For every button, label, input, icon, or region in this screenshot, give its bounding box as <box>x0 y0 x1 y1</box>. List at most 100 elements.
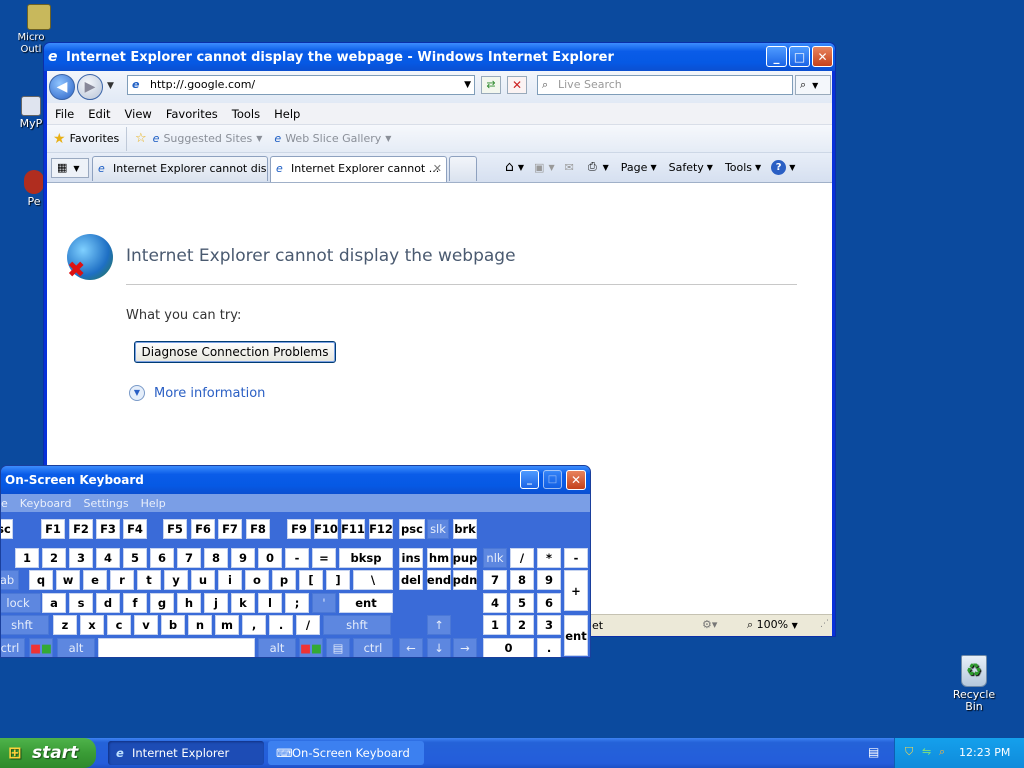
chevron-down-icon[interactable]: ▼ <box>603 163 609 172</box>
osk-key[interactable]: p <box>272 570 296 590</box>
osk-key[interactable]: ↓ <box>427 638 451 657</box>
forward-button[interactable]: ▶ <box>77 74 103 100</box>
osk-space-key[interactable] <box>98 638 255 657</box>
osk-key[interactable]: ctrl <box>1 638 25 657</box>
osk-key[interactable]: * <box>537 548 561 568</box>
menu-view[interactable]: View <box>125 107 152 121</box>
osk-key[interactable]: 1 <box>15 548 39 568</box>
suggested-sites-button[interactable]: e Suggested Sites ▼ <box>153 132 263 145</box>
chevron-down-icon[interactable]: ▼ <box>789 163 795 172</box>
osk-key[interactable]: = <box>312 548 336 568</box>
close-button[interactable]: ✕ <box>812 46 833 67</box>
osk-key[interactable]: ' <box>312 593 336 613</box>
osk-key[interactable]: 4 <box>483 593 507 613</box>
osk-key[interactable]: a <box>42 593 66 613</box>
osk-key[interactable]: y <box>164 570 188 590</box>
osk-key[interactable]: s <box>69 593 93 613</box>
osk-key[interactable]: 7 <box>177 548 201 568</box>
security-shield-icon[interactable]: ⛉ <box>905 745 913 759</box>
osk-key[interactable]: pup <box>453 548 477 568</box>
menu-file[interactable]: File <box>55 107 74 121</box>
osk-key[interactable]: shft <box>323 615 391 635</box>
osk-key[interactable]: ] <box>326 570 350 590</box>
osk-menu-help[interactable]: Help <box>141 497 166 510</box>
resize-grip-icon[interactable]: ⋰ <box>820 619 829 629</box>
osk-key[interactable]: nlk <box>483 548 507 568</box>
osk-key[interactable]: m <box>215 615 239 635</box>
start-button[interactable]: ⊞ start <box>0 738 96 768</box>
menu-tools[interactable]: Tools <box>232 107 260 121</box>
windows-key-icon[interactable]: ■ ■ <box>299 638 323 657</box>
osk-key[interactable]: 6 <box>537 593 561 613</box>
osk-key[interactable]: f <box>123 593 147 613</box>
home-icon[interactable]: ⌂ <box>505 159 514 175</box>
osk-key[interactable]: F12 <box>369 519 393 539</box>
osk-key[interactable]: \ <box>353 570 393 590</box>
osk-key[interactable]: 6 <box>150 548 174 568</box>
osk-key[interactable]: i <box>218 570 242 590</box>
search-input[interactable]: ⌕ Live Search <box>537 75 793 95</box>
osk-key[interactable]: 1 <box>483 615 507 635</box>
back-button[interactable]: ◀ <box>49 74 75 100</box>
osk-key[interactable]: ; <box>285 593 309 613</box>
osk-key[interactable]: 9 <box>537 570 561 590</box>
recent-pages-icon[interactable]: ▼ <box>107 81 114 91</box>
search-tray-icon[interactable]: ⌕ <box>939 745 945 759</box>
osk-key[interactable]: k <box>231 593 255 613</box>
osk-key[interactable]: 2 <box>510 615 534 635</box>
osk-key[interactable]: . <box>537 638 561 657</box>
recycle-bin[interactable]: ♻ Recycle Bin <box>944 655 1004 713</box>
osk-key[interactable]: 8 <box>510 570 534 590</box>
print-icon[interactable]: ⎙ <box>588 160 597 174</box>
minimize-button[interactable]: _ <box>766 46 787 67</box>
help-icon[interactable]: ? <box>771 159 787 175</box>
refresh-icon[interactable]: ⇄ <box>481 76 501 94</box>
close-tab-icon[interactable]: ✕ <box>433 157 442 181</box>
protected-mode-icon[interactable]: ⚙▾ <box>702 618 717 631</box>
menu-help[interactable]: Help <box>274 107 300 121</box>
taskbar-item-ie[interactable]: e Internet Explorer can... <box>108 741 264 765</box>
osk-key[interactable]: 7 <box>483 570 507 590</box>
osk-key[interactable]: bksp <box>339 548 393 568</box>
tab-0[interactable]: e Internet Explorer cannot dis... <box>92 156 268 181</box>
osk-key[interactable]: del <box>399 570 423 590</box>
osk-key[interactable]: x <box>80 615 104 635</box>
add-favorite-icon[interactable]: ☆ <box>135 131 147 146</box>
osk-key[interactable]: j <box>204 593 228 613</box>
taskbar-item-osk[interactable]: ⌨ On-Screen Keyboard <box>268 741 424 765</box>
menu-favorites[interactable]: Favorites <box>166 107 218 121</box>
osk-key[interactable]: F9 <box>287 519 311 539</box>
osk-key[interactable]: 3 <box>537 615 561 635</box>
search-button[interactable]: ⌕ ▼ <box>795 75 831 95</box>
osk-key[interactable]: F10 <box>314 519 338 539</box>
osk-key[interactable]: 5 <box>510 593 534 613</box>
osk-key[interactable]: ab <box>1 570 19 590</box>
osk-key[interactable]: d <box>96 593 120 613</box>
osk-key[interactable]: t <box>137 570 161 590</box>
address-dropdown-icon[interactable]: ▼ <box>464 76 471 94</box>
osk-key[interactable]: / <box>510 548 534 568</box>
osk-key[interactable]: . <box>269 615 293 635</box>
osk-key[interactable]: → <box>453 638 477 657</box>
osk-key[interactable]: e <box>83 570 107 590</box>
address-bar[interactable]: e http://.google.com/ ▼ <box>127 75 475 95</box>
osk-key[interactable]: g <box>150 593 174 613</box>
chevron-down-icon[interactable]: ▼ <box>518 163 524 172</box>
osk-key[interactable]: F3 <box>96 519 120 539</box>
page-menu[interactable]: Page <box>621 161 648 174</box>
osk-key[interactable]: F1 <box>41 519 65 539</box>
osk-key[interactable]: , <box>242 615 266 635</box>
feeds-icon[interactable]: ▣ <box>534 161 544 174</box>
osk-key[interactable]: alt <box>57 638 95 657</box>
language-bar-icon[interactable]: ▤ <box>868 745 879 759</box>
chevron-down-icon[interactable]: ▼ <box>707 163 713 172</box>
osk-key[interactable]: ent <box>564 615 588 656</box>
osk-key[interactable]: - <box>285 548 309 568</box>
ie-titlebar[interactable]: e Internet Explorer cannot display the w… <box>44 43 835 71</box>
osk-key[interactable]: u <box>191 570 215 590</box>
osk-key[interactable]: F2 <box>69 519 93 539</box>
more-info-link[interactable]: ▼ More information <box>129 385 265 401</box>
osk-key[interactable]: w <box>56 570 80 590</box>
safety-menu[interactable]: Safety <box>669 161 704 174</box>
diagnose-button[interactable]: Diagnose Connection Problems <box>134 341 336 363</box>
